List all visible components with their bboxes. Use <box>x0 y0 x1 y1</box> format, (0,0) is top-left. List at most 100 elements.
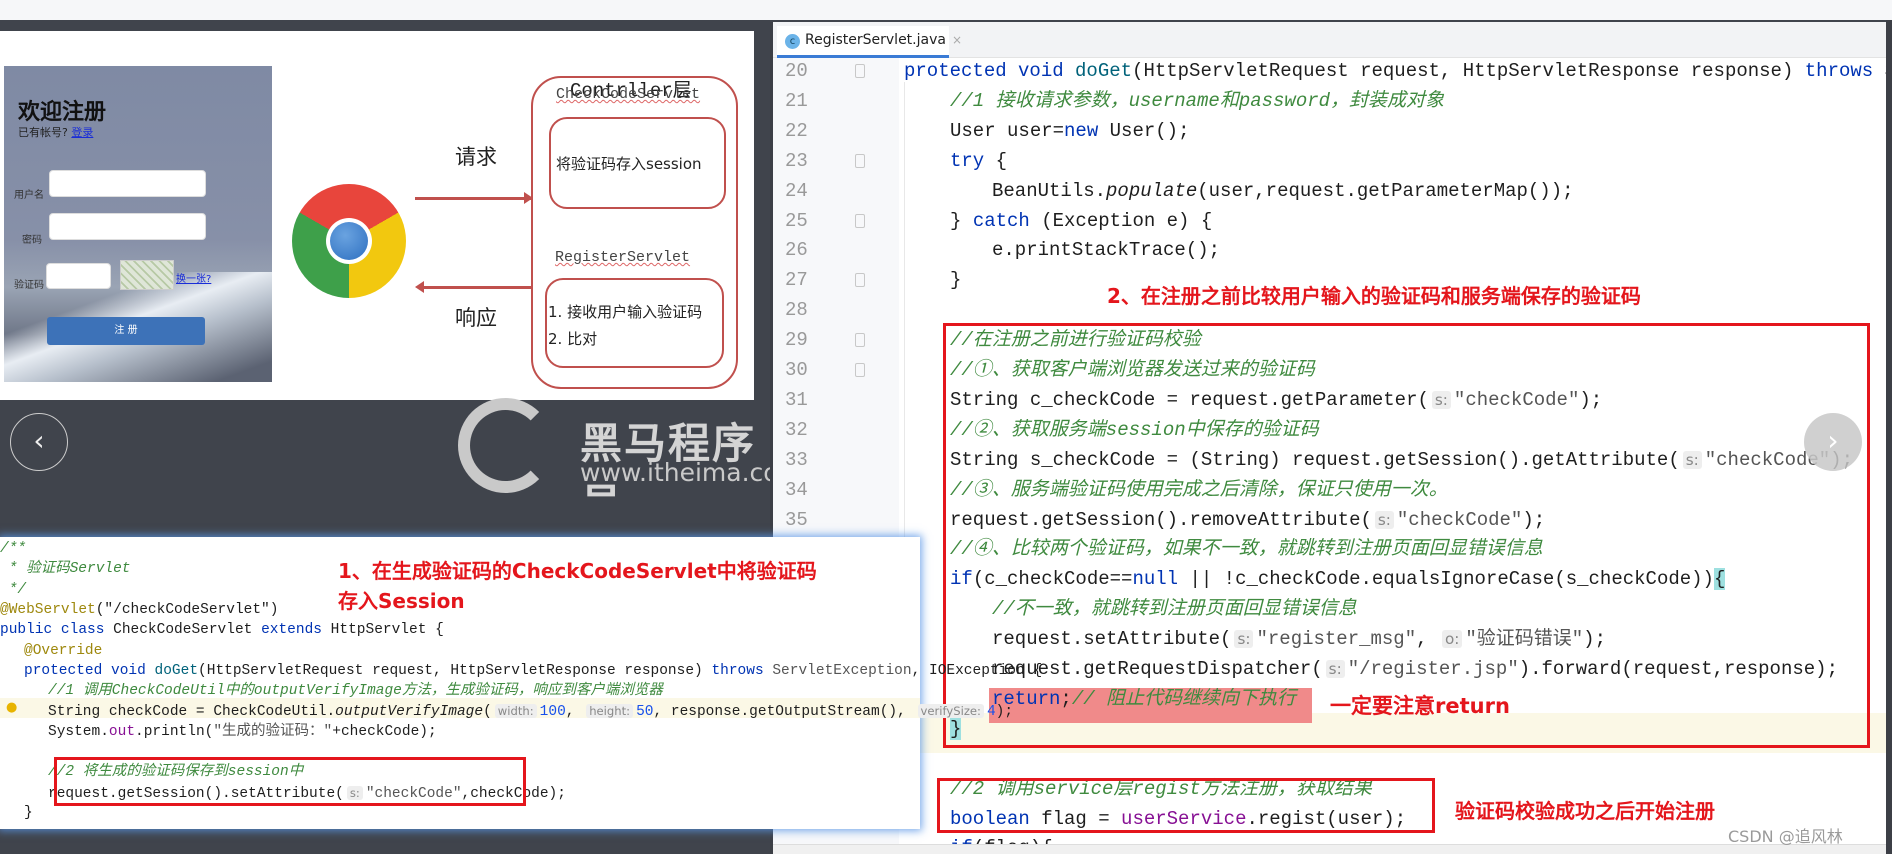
annotation-return: 一定要注意return <box>1330 694 1510 718</box>
code-comment: /** <box>0 541 27 557</box>
code-line: @WebServlet("/checkCodeServlet") <box>0 600 278 620</box>
lightbulb-icon[interactable]: ● <box>6 700 17 715</box>
change-captcha-link[interactable]: 换一张? <box>176 270 211 285</box>
code-line: } <box>950 265 961 295</box>
line-number: 22 <box>785 119 808 142</box>
code-line: //1 接收请求参数，username和password，封装成对象 <box>950 86 1444 116</box>
code-token: public class <box>0 622 114 639</box>
code-token: outputVerifyImage <box>335 704 484 721</box>
java-class-icon: c <box>785 34 800 49</box>
previous-slide-button[interactable]: ‹ <box>10 413 68 471</box>
register-servlet-label: RegisterServlet <box>555 249 691 266</box>
code-line: * 验证码Servlet <box>0 559 131 579</box>
line-number: 30 <box>785 359 808 381</box>
parameter-hint: width: <box>494 704 537 719</box>
code-line: @Override <box>24 641 102 661</box>
fold-icon[interactable] <box>855 64 865 78</box>
register-servlet-step-1: 1. 接收用户输入验证码 <box>548 303 703 321</box>
line-number: 25 <box>785 209 808 232</box>
code-token: User(); <box>1098 119 1190 142</box>
fold-icon[interactable] <box>855 273 865 288</box>
code-token: throws <box>711 662 773 679</box>
response-arrow-icon <box>415 281 531 293</box>
logo-text-url: www.itheima.com <box>580 458 775 487</box>
code-token: String checkCode = CheckCodeUtil. <box>48 704 336 721</box>
session-highlight-box <box>54 757 526 806</box>
code-token: (HttpServletRequest request, HttpServlet… <box>198 662 712 679</box>
code-token: CheckCodeServlet <box>113 622 262 639</box>
parameter-hint: verifySize: <box>917 704 984 719</box>
code-comment: //1 接收请求参数，username和password，封装成对象 <box>950 89 1445 112</box>
line-number: 23 <box>785 149 808 172</box>
close-tab-icon[interactable]: × <box>952 33 962 47</box>
password-input[interactable] <box>49 213 206 240</box>
register-form-preview: 欢迎注册 已有帐号? 登录 用户名 密码 验证码 换一张? 注 册 <box>4 66 272 382</box>
code-token: (Exception e) { <box>1029 209 1213 232</box>
tab-register-servlet[interactable]: c RegisterServlet.java × <box>777 26 962 58</box>
line-number: 20 <box>785 60 808 82</box>
checkcode-servlet-label: CheckCodeServlet <box>556 86 701 103</box>
code-line: System.out.println("生成的验证码："+checkCode); <box>48 722 437 742</box>
username-input[interactable] <box>49 170 206 197</box>
register-button[interactable]: 注 册 <box>47 317 205 345</box>
line-number: 34 <box>785 478 808 501</box>
code-comment: */ <box>0 581 27 598</box>
code-token: , IOException { <box>911 662 1043 679</box>
line-number: 26 <box>785 239 808 262</box>
code-token: protected void <box>24 662 155 679</box>
code-token: ("/checkCodeServlet") <box>95 601 279 618</box>
code-line: User user=new User(); <box>950 116 1189 146</box>
viewer-right-edge <box>1886 20 1892 854</box>
annotation-start-register: 验证码校验成功之后开始注册 <box>1455 799 1715 823</box>
code-line: BeanUtils.populate(user,request.getParam… <box>992 176 1574 206</box>
chrome-browser-icon <box>292 184 406 298</box>
code-token: ( <box>483 704 492 721</box>
login-link[interactable]: 登录 <box>71 126 93 139</box>
fold-icon[interactable] <box>855 213 865 228</box>
code-token: .println( <box>135 723 214 740</box>
register-title: 欢迎注册 <box>18 100 107 125</box>
code-line: */ <box>0 580 26 600</box>
username-label: 用户名 <box>14 190 44 201</box>
fold-icon[interactable] <box>855 363 865 377</box>
has-account-label: 已有帐号? <box>18 126 68 139</box>
code-token: Se <box>1873 60 1886 82</box>
code-line: } catch (Exception e) { <box>950 206 1212 236</box>
code-token: populate <box>1106 179 1198 202</box>
tab-label: RegisterServlet.java <box>805 32 946 48</box>
code-token: BeanUtils. <box>992 179 1107 202</box>
code-token: } <box>950 269 962 292</box>
code-token: HttpServlet { <box>321 622 444 639</box>
ide-status-bar <box>773 844 1886 854</box>
line-number: 28 <box>785 299 808 322</box>
captcha-image[interactable] <box>120 260 174 290</box>
captcha-input[interactable] <box>46 263 111 289</box>
horse-logo-icon <box>458 398 553 493</box>
code-token: , <box>565 704 584 721</box>
code-token: { <box>984 149 1008 172</box>
code-token: throws <box>1804 60 1874 82</box>
next-slide-button[interactable]: › <box>1804 413 1862 471</box>
captcha-label: 验证码 <box>14 280 44 291</box>
code-line: } <box>24 803 33 823</box>
register-highlight-box <box>937 778 1435 833</box>
validation-highlight-box <box>943 323 1870 748</box>
code-token: } <box>950 209 973 232</box>
code-token: @Override <box>24 642 103 659</box>
line-number: 35 <box>785 508 808 531</box>
parameter-hint: height: <box>586 704 634 719</box>
code-token: 50 <box>636 704 654 721</box>
password-label: 密码 <box>22 235 42 246</box>
code-token: ); <box>995 704 1014 721</box>
annotation-store-session-line2: 存入Session <box>338 589 465 613</box>
request-label: 请求 <box>455 145 497 169</box>
fold-icon[interactable] <box>855 153 865 168</box>
code-line: /** <box>0 539 26 559</box>
code-token: } <box>24 804 33 821</box>
code-token: extends <box>261 622 322 639</box>
code-line: try { <box>950 146 1007 176</box>
code-token: (HttpServletRequest request, HttpServlet… <box>1132 60 1805 82</box>
code-token: catch <box>972 209 1030 232</box>
code-token: 100 <box>539 704 566 721</box>
fold-icon[interactable] <box>855 333 865 348</box>
